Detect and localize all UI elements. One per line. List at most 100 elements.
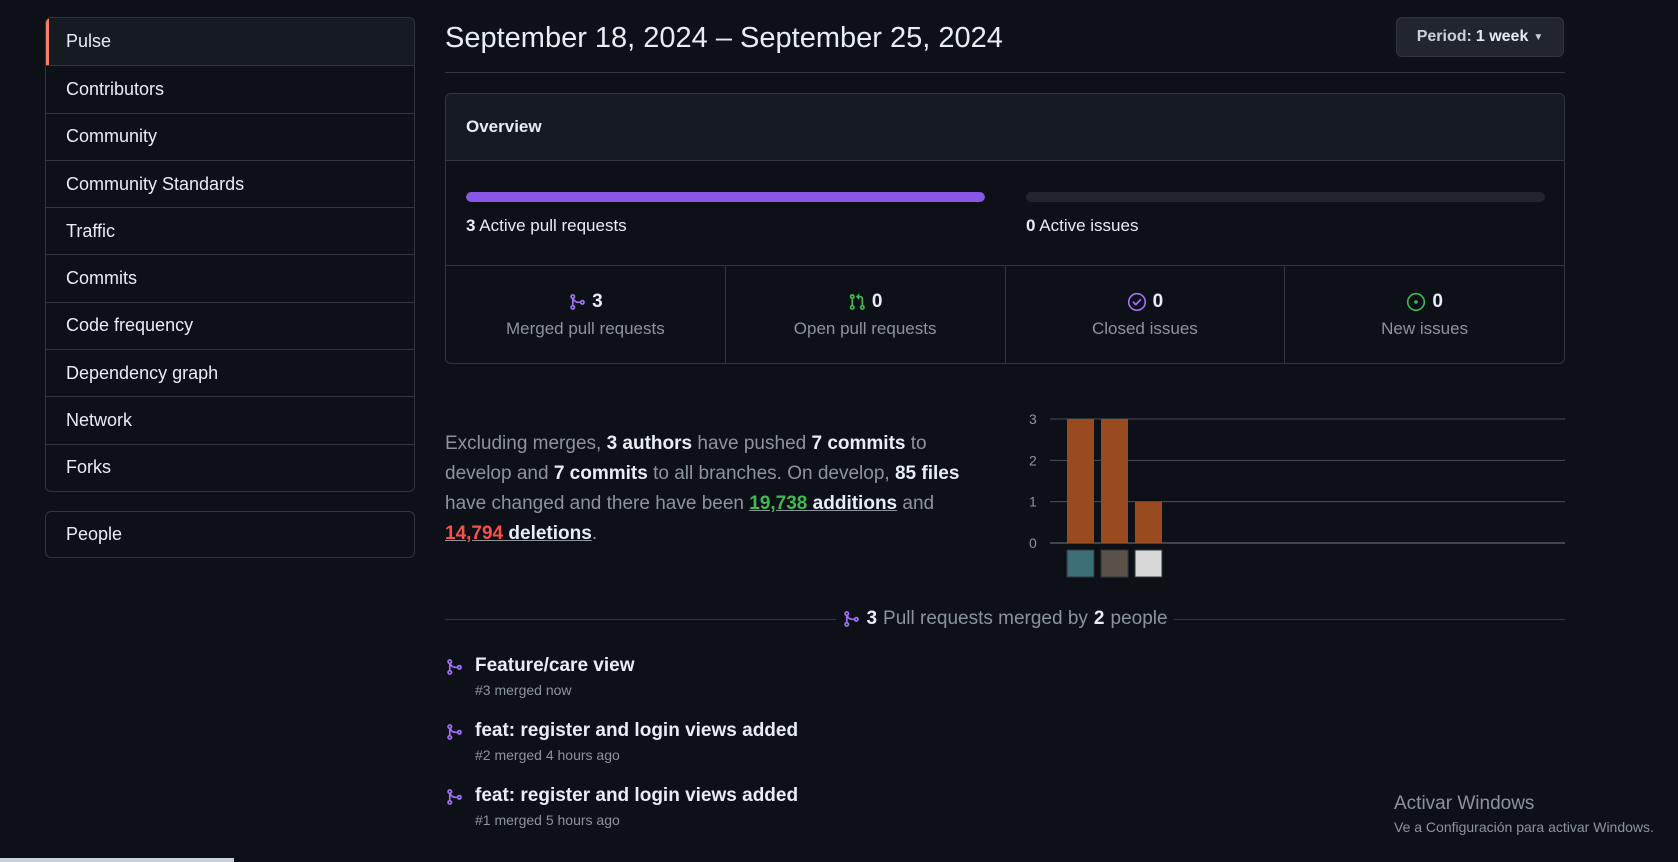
period-value: 1 week xyxy=(1475,28,1529,45)
active-issues-label: 0 Active issues xyxy=(1026,216,1545,236)
summary-text: . xyxy=(591,523,598,544)
summary-text: to all branches. On develop, xyxy=(647,463,895,484)
sidebar-item-people[interactable]: People xyxy=(45,511,415,558)
stat-label: New issues xyxy=(1381,318,1469,338)
summary-text: have pushed xyxy=(692,433,812,454)
sidebar-item-community[interactable]: Community xyxy=(46,112,414,160)
additions-link[interactable]: 19,738 additions xyxy=(749,493,897,514)
sidebar-item-label: Contributors xyxy=(66,78,165,99)
pr-meta: #1 merged 5 hours ago xyxy=(475,812,620,828)
sidebar-item-pulse[interactable]: Pulse xyxy=(46,18,414,66)
deletions-label: deletions xyxy=(503,523,592,544)
overview-title: Overview xyxy=(466,117,542,136)
merged-count: 3 xyxy=(866,608,878,629)
sidebar-item-commits[interactable]: Commits xyxy=(46,254,414,301)
overview-stats: 3 Merged pull requests 0 Open pull reque… xyxy=(446,266,1564,363)
chart-y-tick-label: 0 xyxy=(1029,535,1037,551)
merged-people-count: 2 xyxy=(1093,608,1105,629)
pr-title-link[interactable]: feat: register and login views added xyxy=(475,720,798,742)
sidebar-item-traffic[interactable]: Traffic xyxy=(46,207,414,254)
stat-new-issues[interactable]: 0 New issues xyxy=(1284,266,1564,363)
sidebar-item-contributors[interactable]: Contributors xyxy=(46,65,414,112)
git-merge-icon xyxy=(447,659,462,675)
active-issues-text: Active issues xyxy=(1039,216,1139,235)
stat-label: Closed issues xyxy=(1091,318,1198,338)
active-prs-label: 3 Active pull requests xyxy=(466,216,985,236)
contributor-avatar[interactable] xyxy=(1134,549,1163,578)
deletions-link[interactable]: 14,794 deletions xyxy=(445,523,592,544)
merged-text: Pull requests merged by xyxy=(883,608,1088,629)
stat-value: 0 xyxy=(871,290,883,312)
chart-bar[interactable] xyxy=(1067,419,1094,543)
watermark-subtitle: Ve a Configuración para activar Windows. xyxy=(1394,819,1654,835)
pr-item: feat: register and login views added #1 … xyxy=(445,785,1245,850)
git-pull-request-icon xyxy=(849,293,865,310)
summary-commits-all: 7 commits xyxy=(553,463,648,484)
sidebar-item-label: Community xyxy=(66,126,158,147)
active-issues-summary[interactable]: 0 Active issues xyxy=(1026,192,1545,236)
summary-text: have changed and there have been xyxy=(445,493,750,514)
active-prs-count: 3 xyxy=(466,216,476,235)
deletions-count: 14,794 xyxy=(445,523,504,544)
sidebar-item-label: People xyxy=(66,524,123,544)
overview-box: Overview 3 Active pull requests 0 Active… xyxy=(445,93,1565,364)
stat-merged-prs[interactable]: 3 Merged pull requests xyxy=(446,266,725,363)
divider-line xyxy=(1173,618,1566,620)
contributor-avatar[interactable] xyxy=(1066,549,1095,578)
contributor-avatar[interactable] xyxy=(1100,549,1129,578)
page-title: September 18, 2024 – September 25, 2024 xyxy=(445,22,1003,54)
pr-item: feat: register and login views added #2 … xyxy=(445,720,1245,785)
stat-value: 0 xyxy=(1432,290,1443,312)
pr-title-link[interactable]: feat: register and login views added xyxy=(475,785,798,807)
stat-label: Open pull requests xyxy=(793,318,937,338)
summary-text: Excluding merges, xyxy=(445,433,607,454)
sidebar-item-dependency-graph[interactable]: Dependency graph xyxy=(46,349,414,396)
chart-bar[interactable] xyxy=(1101,419,1128,543)
sidebar-item-forks[interactable]: Forks xyxy=(46,443,414,491)
sidebar-item-label: Traffic xyxy=(66,220,116,241)
sidebar-item-label: Commits xyxy=(66,268,137,289)
additions-label: additions xyxy=(807,493,898,514)
chart-y-tick-label: 3 xyxy=(1029,411,1037,427)
commit-summary: Excluding merges, 3 authors have pushed … xyxy=(445,429,985,549)
merged-text: people xyxy=(1110,608,1168,629)
summary-files: 85 files xyxy=(894,463,960,484)
summary-commits-branch: 7 commits xyxy=(811,433,906,454)
active-issues-progress-bar xyxy=(1026,192,1545,202)
chart-y-tick-label: 2 xyxy=(1029,452,1037,468)
git-merge-icon xyxy=(447,789,462,805)
pr-title-link[interactable]: Feature/care view xyxy=(475,655,634,677)
git-merge-icon xyxy=(844,611,860,627)
pr-meta: #2 merged 4 hours ago xyxy=(475,747,620,763)
active-prs-summary[interactable]: 3 Active pull requests xyxy=(466,192,985,236)
insights-sidebar: Pulse Contributors Community Community S… xyxy=(45,17,415,492)
sidebar-item-label: Pulse xyxy=(66,31,112,52)
stat-value: 0 xyxy=(1152,290,1164,312)
stat-closed-issues[interactable]: 0 Closed issues xyxy=(1004,266,1285,363)
merged-pr-list: Feature/care view #3 merged now feat: re… xyxy=(445,655,1245,850)
contributors-bar-chart: 0 1 2 3 xyxy=(1029,411,1565,578)
sidebar-item-code-frequency[interactable]: Code frequency xyxy=(46,301,414,349)
issue-opened-icon xyxy=(1407,292,1426,311)
bottom-scroll-indicator xyxy=(0,858,234,862)
sidebar-item-label: Code frequency xyxy=(66,315,194,336)
git-merge-icon xyxy=(570,293,585,310)
stat-label: Merged pull requests xyxy=(505,318,665,338)
sidebar-item-label: Network xyxy=(66,410,133,431)
chart-y-tick-label: 1 xyxy=(1029,494,1037,510)
sidebar-item-network[interactable]: Network xyxy=(46,396,414,443)
stat-open-prs[interactable]: 0 Open pull requests xyxy=(724,266,1005,363)
sidebar-item-community-standards[interactable]: Community Standards xyxy=(46,159,414,207)
windows-activation-watermark: Activar Windows Ve a Configuración para … xyxy=(1394,793,1654,835)
active-issues-count: 0 xyxy=(1026,216,1036,235)
period-label: Period: xyxy=(1416,28,1472,45)
active-prs-progress-fill xyxy=(466,192,985,202)
active-prs-progress-bar xyxy=(466,192,985,202)
merged-prs-heading: 3 Pull requests merged by 2 people xyxy=(836,608,1173,630)
sidebar-item-label: Community Standards xyxy=(66,173,245,194)
summary-authors: 3 authors xyxy=(606,433,693,454)
chart-bar[interactable] xyxy=(1135,501,1162,543)
issue-closed-icon xyxy=(1127,292,1146,311)
pr-meta: #3 merged now xyxy=(475,682,572,698)
period-dropdown-button[interactable]: Period: 1 week ▼ xyxy=(1396,17,1564,57)
